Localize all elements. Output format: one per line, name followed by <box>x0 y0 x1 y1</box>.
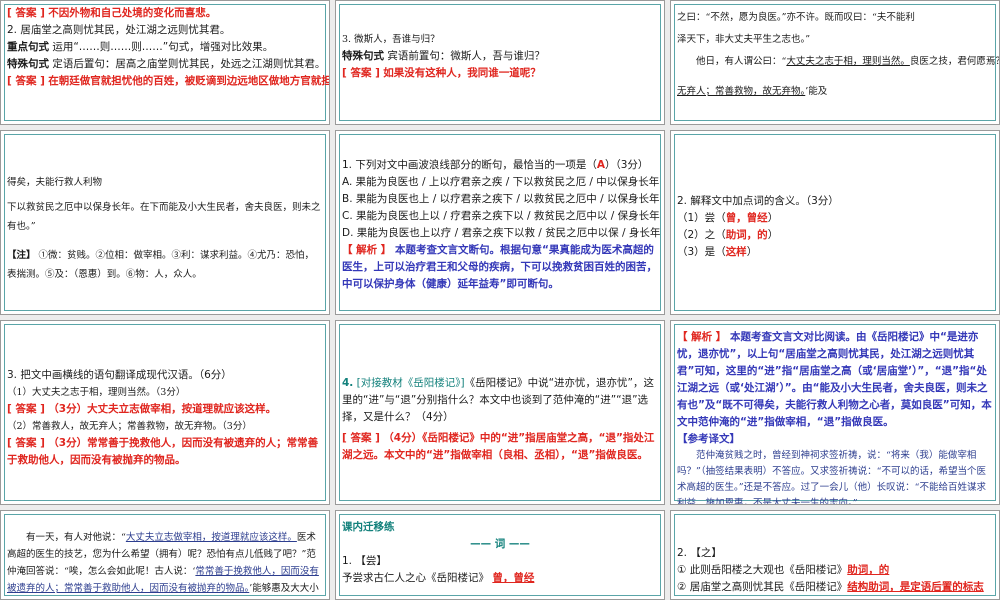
answer: [ 答案 ] （4分）《岳阳楼记》中的“进”指居庙堂之高，“退”指处江湖之远。本… <box>342 432 655 461</box>
item-1-sentence: 予尝求古仁人之心《岳阳楼记》 曾，曾经 <box>342 572 535 584</box>
slide-10: 有一天，有人对他说：“大丈夫立志做宰相，按道理就应该这样。医术高超的医生的技艺，… <box>0 510 330 600</box>
slide-12: 2. 【之】 ① 此则岳阳楼之大观也《岳阳楼记》助词，的 ② 居庙堂之高则忧其民… <box>670 510 1000 600</box>
slide-4: 得矣，夫能行救人利物 下以救贫民之厄中以保身长年。在下而能及小大生民者，舍夫良医… <box>0 130 330 315</box>
passage-line-1: 之曰：“不然，愿为良医。”亦不许。既而叹曰：“夫不能利 <box>677 12 915 23</box>
slide-5: 1. 下列对文中画波浪线部分的断句，最恰当的一项是（A）（3分） A. 果能为良… <box>335 130 665 315</box>
answer-2: [ 答案 ] （3分）常常善于挽救他人，因而没有被遗弃的人；常常善于救助他人，因… <box>7 437 319 466</box>
explanation: 【 解析 】 本题考查文言文对比阅读。由《岳阳楼记》中“是进亦忧，退亦忧”，以上… <box>677 331 992 428</box>
question-1: 1. 下列对文中画波浪线部分的断句，最恰当的一项是（A）（3分） <box>342 159 649 171</box>
slide-7: 3. 把文中画横线的语句翻译成现代汉语。（6分） （1）大丈夫之志于相，理则当然… <box>0 320 330 505</box>
slide-3: 之曰：“不然，愿为良医。”亦不许。既而叹曰：“夫不能利 泽天下，非大丈夫平生之志… <box>670 0 1000 125</box>
option-c: C. 果能为良医也上以 / 疗君亲之疾下以 / 救贫民之厄中以 / 保身长年 <box>342 210 660 222</box>
special-pattern: 特殊句式 定语后置句：居高之庙堂则忧其民，处远之江湖则忧其君。 <box>7 58 326 70</box>
passage-line-5: 无弃人；常善救物，故无弃物。’能及 <box>677 86 828 97</box>
slide-2: 3. 微斯人，吾谁与归？ 特殊句式 宾语前置句：微斯人，吾与谁归？ [ 答案 ]… <box>335 0 665 125</box>
section-subtitle: —— 词 —— <box>470 538 530 550</box>
item-1: （1）大丈夫之志于相，理则当然。（3分） <box>7 387 186 398</box>
translation-passage: 有一天，有人对他说：“大丈夫立志做宰相，按道理就应该这样。医术高超的医生的技艺，… <box>7 532 319 594</box>
sentence-3: 3. 微斯人，吾谁与归？ <box>342 34 440 45</box>
answer-line: [ 答案 ] 不因外物和自己处境的变化而喜悲。 <box>7 7 217 19</box>
option-a: A. 果能为良医也 / 上以疗君亲之疾 / 下以救贫民之厄 / 中以保身长年 <box>342 176 660 188</box>
item-3: （3）是（这样） <box>677 246 758 258</box>
item-2: （2）之（助词，的） <box>677 229 779 241</box>
item-1: （1）尝（曾，曾经） <box>677 212 779 224</box>
passage-line-2: 泽天下，非大丈夫平生之志也。” <box>677 34 811 45</box>
passage-line-2: 下以救贫民之厄中以保身长年。在下而能及小大生民者，舍夫良医，则未之 <box>7 202 321 213</box>
slide-1: [ 答案 ] 不因外物和自己处境的变化而喜悲。 2. 居庙堂之高则忧其民，处江湖… <box>0 0 330 125</box>
question-4: 4. [对接教材《岳阳楼记》]《岳阳楼记》中说“进亦忧，退亦忧”，这里的“进”与… <box>342 377 654 423</box>
slide-11: 课内迁移练 —— 词 —— 1. 【尝】 予尝求古仁人之心《岳阳楼记》 曾，曾经 <box>335 510 665 600</box>
slide-8: 4. [对接教材《岳阳楼记》]《岳阳楼记》中说“进亦忧，退亦忧”，这里的“进”与… <box>335 320 665 505</box>
annotation: 【注】 ①微：贫贱。②位相：做宰相。③利：谋求利益。④尤乃：恐怕，表揣测。⑤及：… <box>7 250 315 280</box>
slide-9: 【 解析 】 本题考查文言文对比阅读。由《岳阳楼记》中“是进亦忧，退亦忧”，以上… <box>670 320 1000 505</box>
passage-line-3: 他日，有人谓公曰：“大丈夫之志于相，理则当然。良医之技，君何愿焉？尤乃 <box>696 56 999 67</box>
slide-6: 2. 解释文中加点词的含义。（3分） （1）尝（曾，曾经） （2）之（助词，的）… <box>670 130 1000 315</box>
item-2-sentence-2: ② 居庙堂之高则忧其民《岳阳楼记》结构助词，是定语后置的标志 <box>677 581 984 593</box>
passage-line-3: 有也。” <box>7 221 36 232</box>
ref-translation: 范仲淹贫贱之时，曾经到神祠求签祈祷，说：“将来（我）能做宰相吗？”（抽签结果表明… <box>677 450 986 505</box>
passage-line-1: 得矣，夫能行救人利物 <box>7 177 103 188</box>
option-b: B. 果能为良医也上 / 以疗君亲之疾下 / 以救贫民之厄中 / 以保身长年 <box>342 193 660 205</box>
item-2-sentence-1: ① 此则岳阳楼之大观也《岳阳楼记》助词，的 <box>677 564 890 576</box>
answer-1: [ 答案 ] （3分）大丈夫立志做宰相，按道理就应该这样。 <box>7 403 277 415</box>
section-title: 课内迁移练 <box>342 521 395 533</box>
sentence-2: 2. 居庙堂之高则忧其民，处江湖之远则忧其君。 <box>7 24 231 36</box>
answer-line: [ 答案 ] 如果没有这种人，我同谁一道呢？ <box>342 67 541 79</box>
question-2: 2. 解释文中加点词的含义。（3分） <box>677 195 839 207</box>
item-2: 2. 【之】 <box>677 547 722 559</box>
option-d: D. 果能为良医也上以疗 / 君亲之疾下以救 / 贫民之厄中以保 / 身长年 <box>342 227 661 239</box>
question-3: 3. 把文中画横线的语句翻译成现代汉语。（6分） <box>7 369 232 381</box>
item-1: 1. 【尝】 <box>342 555 387 567</box>
special-pattern: 特殊句式 宾语前置句：微斯人，吾与谁归？ <box>342 50 545 62</box>
explanation: 【 解析 】 本题考查文言文断句。根据句意“果真能成为医术高超的医生，上可以治疗… <box>342 244 657 290</box>
answer-line-2: [ 答案 ] 在朝廷做官就担忧他的百姓，被贬谪到边远地区做地方官就担忧他的君主。 <box>7 75 329 87</box>
item-2: （2）常善救人，故无弃人；常善救物，故无弃物。（3分） <box>7 421 252 432</box>
ref-translation-label: 【参考译文】 <box>677 433 740 445</box>
key-pattern: 重点句式 运用“……则……则……”句式，增强对比效果。 <box>7 41 274 53</box>
